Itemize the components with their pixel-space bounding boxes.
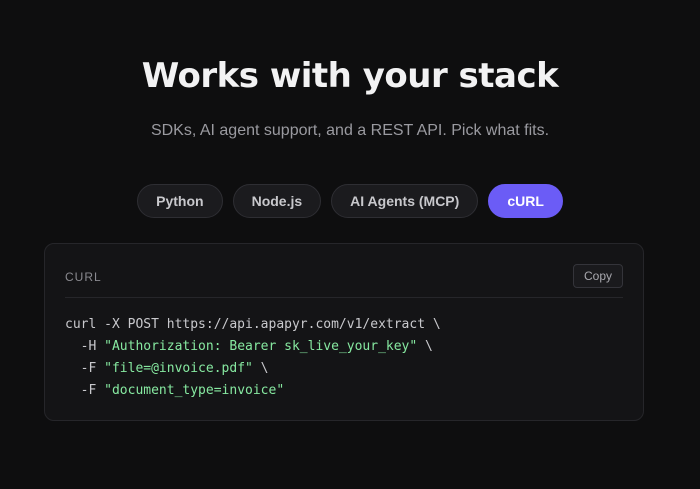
code-card-header: CURL Copy bbox=[65, 264, 623, 298]
page-title: Works with your stack bbox=[141, 56, 559, 96]
code-block: curl -X POST https://api.apapyr.com/v1/e… bbox=[65, 314, 441, 402]
code-language-label: CURL bbox=[65, 270, 102, 284]
code-line: -F "document_type=invoice" bbox=[80, 383, 285, 398]
tab-ai-agents-mcp[interactable]: AI Agents (MCP) bbox=[331, 184, 479, 218]
copy-button[interactable]: Copy bbox=[572, 264, 623, 288]
tab-nodejs[interactable]: Node.js bbox=[232, 184, 322, 218]
code-line: -H "Authorization: Bearer sk_live_your_k… bbox=[80, 339, 433, 354]
code-card: CURL Copy curl -X POST https://api.apapy… bbox=[44, 243, 644, 421]
tab-curl[interactable]: cURL bbox=[488, 184, 563, 218]
code-line: curl -X POST https://api.apapyr.com/v1/e… bbox=[65, 317, 441, 332]
language-tabs: Python Node.js AI Agents (MCP) cURL bbox=[0, 184, 700, 218]
code-line: -F "file=@invoice.pdf" \ bbox=[80, 361, 269, 376]
tab-python[interactable]: Python bbox=[137, 184, 223, 218]
page-subtitle: SDKs, AI agent support, and a REST API. … bbox=[150, 122, 550, 139]
